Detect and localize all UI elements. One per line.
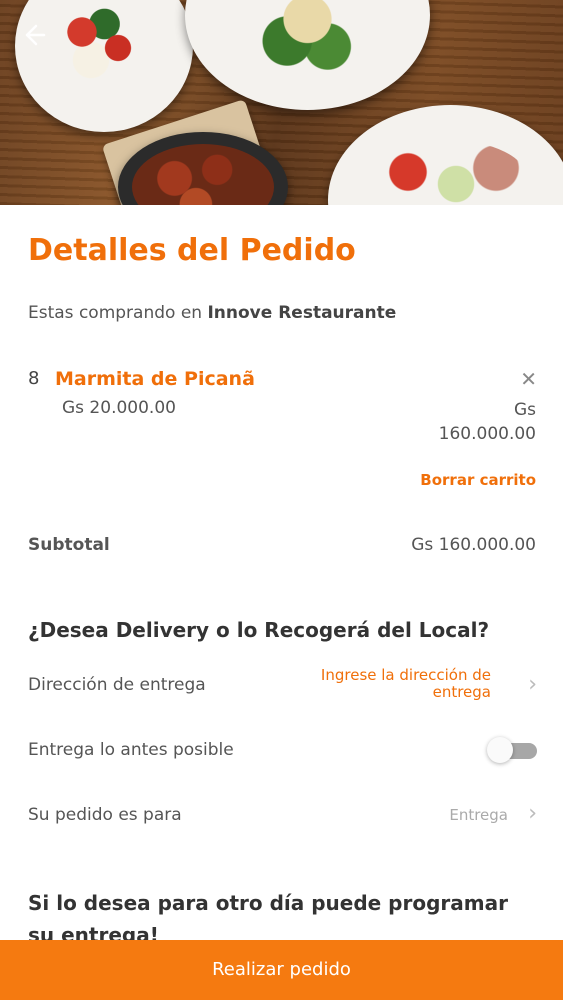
address-label: Dirección de entrega <box>28 675 206 695</box>
address-input[interactable]: Ingrese la dirección de entrega <box>281 667 491 701</box>
address-chevron-icon[interactable]: › <box>528 672 537 697</box>
back-button[interactable] <box>22 22 56 56</box>
order-for-label: Su pedido es para <box>28 805 182 825</box>
toggle-knob <box>487 737 513 763</box>
place-order-button[interactable]: Realizar pedido <box>0 940 563 1000</box>
asap-label: Entrega lo antes posible <box>28 740 234 760</box>
item-total-amount: 160.000.00 <box>438 424 536 444</box>
order-for-value[interactable]: Entrega <box>449 806 508 824</box>
header-image <box>0 0 563 205</box>
buying-prefix: Estas comprando en <box>28 303 203 323</box>
remove-item-button[interactable]: ✕ <box>520 367 537 391</box>
close-icon: ✕ <box>520 367 537 391</box>
restaurant-line: Estas comprando en Innove Restaurante <box>28 303 396 323</box>
item-total: Gs 160.000.00 <box>396 398 536 446</box>
asap-toggle[interactable] <box>487 737 537 763</box>
subtotal-label: Subtotal <box>28 535 110 555</box>
item-name: Marmita de Picanã <box>55 368 255 390</box>
page-title: Detalles del Pedido <box>28 233 356 268</box>
clear-cart-link[interactable]: Borrar carrito <box>420 471 536 489</box>
restaurant-name: Innove Restaurante <box>207 303 397 323</box>
arrow-left-icon <box>25 24 46 46</box>
delivery-question: ¿Desea Delivery o lo Recogerá del Local? <box>28 618 490 642</box>
subtotal-value: Gs 160.000.00 <box>411 535 536 555</box>
item-unit-price: Gs 20.000.00 <box>62 398 176 418</box>
item-total-currency: Gs <box>513 400 536 420</box>
item-quantity: 8 <box>28 368 40 389</box>
order-for-chevron-icon[interactable]: › <box>528 801 537 826</box>
